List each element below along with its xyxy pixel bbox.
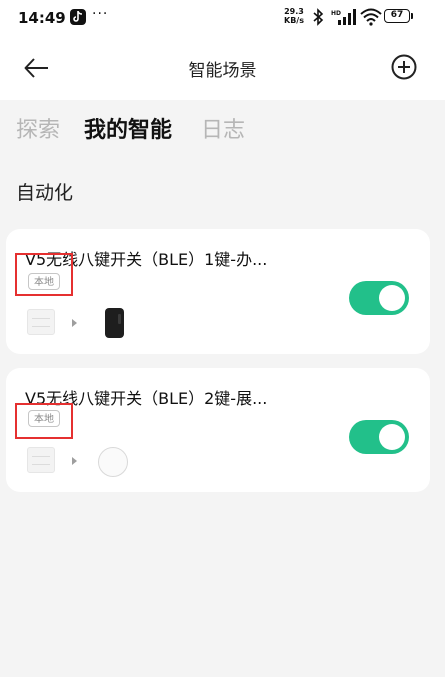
tab-bar: 探索 我的智能 日志: [0, 100, 445, 156]
section-title: 自动化: [16, 182, 74, 204]
tab-my-smart[interactable]: 我的智能: [84, 112, 172, 144]
svg-text:HD: HD: [331, 10, 341, 17]
bluetooth-icon: [313, 8, 324, 26]
battery-indicator: 67: [384, 9, 410, 23]
automation-toggle[interactable]: [349, 420, 409, 454]
nav-bar: 智能场景: [0, 36, 445, 100]
local-badge: 本地: [28, 410, 60, 427]
tiktok-icon: [70, 9, 86, 25]
more-notifications-icon: ···: [92, 6, 109, 22]
wall-switch-icon: [27, 447, 55, 473]
automation-toggle[interactable]: [349, 281, 409, 315]
phone-device-icon: [105, 308, 124, 338]
network-speed: 29.3 KB/s: [284, 7, 304, 25]
arrow-right-icon: [72, 457, 77, 465]
toggle-knob: [379, 285, 405, 311]
automation-card[interactable]: V5无线八键开关（BLE）1键-办... 本地: [6, 229, 430, 354]
automation-card[interactable]: V5无线八键开关（BLE）2键-展... 本地: [6, 368, 430, 492]
network-speed-unit: KB/s: [284, 16, 304, 25]
network-speed-value: 29.3: [284, 7, 304, 16]
page-title: 智能场景: [188, 61, 257, 81]
status-time: 14:49: [18, 9, 66, 27]
signal-icon: HD: [331, 9, 356, 25]
plus-circle-icon[interactable]: [390, 53, 418, 81]
local-badge: 本地: [28, 273, 60, 290]
wall-switch-icon: [27, 309, 55, 335]
tab-log[interactable]: 日志: [201, 112, 245, 144]
battery-cap: [411, 13, 413, 19]
wifi-icon: [360, 8, 382, 26]
round-sensor-icon: [98, 447, 128, 477]
status-bar: 14:49 ··· 29.3 KB/s HD 67: [0, 0, 445, 36]
tab-explore[interactable]: 探索: [16, 112, 60, 144]
toggle-knob: [379, 424, 405, 450]
arrow-right-icon: [72, 319, 77, 327]
